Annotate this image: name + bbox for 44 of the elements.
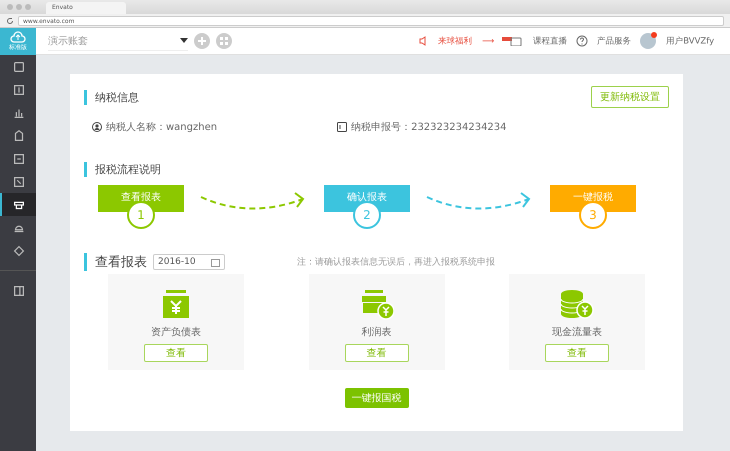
user-name[interactable]: 用户BVVZfy [666,35,714,47]
avatar[interactable] [640,33,656,49]
date-field[interactable]: 2016-10 [153,254,225,270]
live-icon [502,36,524,46]
report-name: 资产负债表 [151,326,201,339]
report-name: 现金流量表 [552,326,602,339]
step-number: 2 [353,201,381,229]
collapse-icon [12,284,26,298]
file-tax-button[interactable]: 一键报国税 [344,388,408,408]
update-settings-button[interactable]: 更新纳税设置 [591,86,669,108]
calendar-icon [211,258,220,266]
caret-icon [180,38,188,43]
view-button[interactable]: 查看 [144,344,208,362]
promo-link[interactable]: 来球福利 [438,35,472,47]
coins-icon [560,290,594,320]
section-title: 纳税信息 [84,90,139,104]
step-number: 3 [579,201,607,229]
menu-item-icon [12,244,26,258]
wallet-icon [162,290,190,320]
menu-item-icon [12,174,26,188]
step-number: 1 [127,201,155,229]
reload-icon[interactable] [6,16,14,24]
note-text: 注：请确认报表信息无误后，再进入报税系统申报 [297,256,495,268]
view-button[interactable]: 查看 [344,344,408,362]
menu-item-icon [12,82,26,96]
section-title: 查看报表 [84,253,147,271]
view-button[interactable]: 查看 [545,344,609,362]
section-title: 报税流程说明 [84,162,669,177]
id-card-icon [337,122,348,132]
menu-item-icon [12,60,26,74]
menu-item-icon [12,152,26,166]
promo-arrow: ⟶ [482,36,495,46]
sidebar-item[interactable] [0,193,36,216]
tax-number: 纳税申报号：232323234234234 [351,120,507,134]
cloud-icon [10,30,26,42]
help-icon [576,35,588,47]
user-icon [92,122,102,132]
live-link[interactable]: 课程直播 [532,35,567,47]
account-select[interactable]: 演示账套 [48,32,188,50]
menu-item-icon [12,128,26,142]
taxpayer-name: 纳税人名称：wangzhen [106,120,218,134]
service-link[interactable]: 产品服务 [596,35,631,47]
shop-icon [360,290,394,320]
report-name: 利润表 [362,326,392,339]
